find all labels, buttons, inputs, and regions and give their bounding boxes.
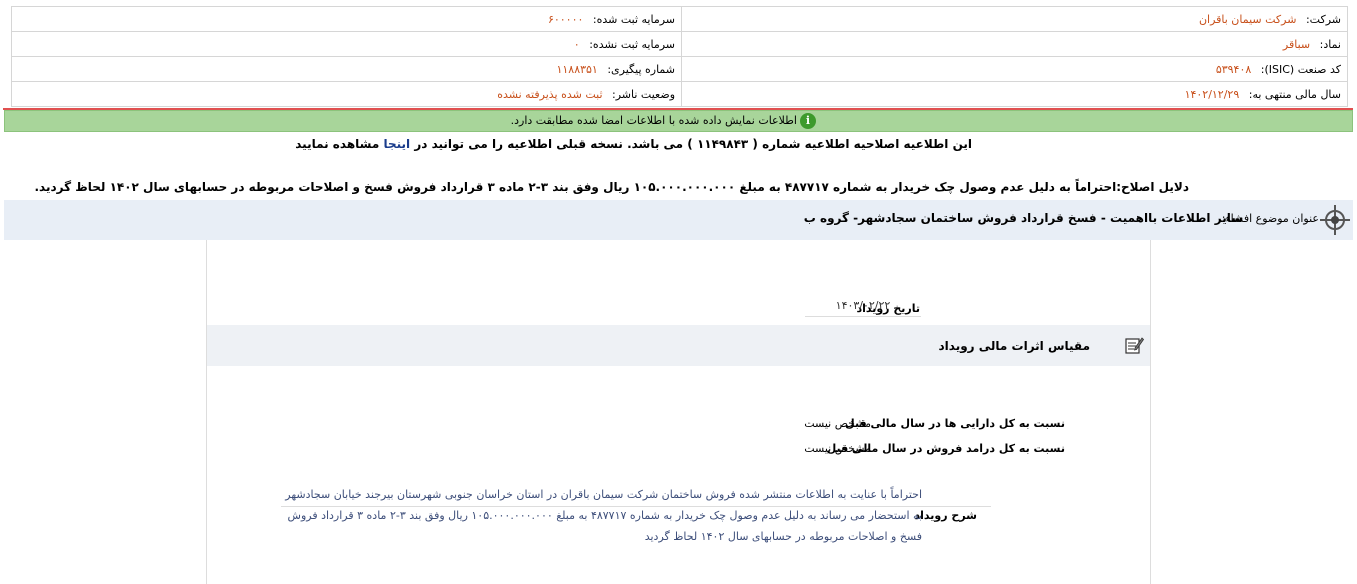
financial-effects-title: مقیاس اثرات مالی رویداد [938,339,1090,353]
symbol-cell: نماد: سباقر [681,31,1348,57]
assets-ratio-label: نسبت به کل دارایی ها در سال مالی قبل [845,417,1065,430]
publisher-status-value: ثبت شده پذیرفته نشده [497,87,603,101]
assets-ratio-value: مشخص نیست [804,417,871,430]
company-label: شرکت: [1305,12,1341,26]
target-icon [1320,205,1350,235]
correction-reasons: دلایل اصلاح:احتراماً به دلیل عدم وصول چک… [34,180,1189,194]
event-date-value: ۱۴۰۳/۰۲/۲۲ [805,299,921,317]
verification-notice: i اطلاعات نمایش داده شده با اطلاعات امضا… [4,110,1353,132]
isic-label: کد صنعت (ISIC): [1260,62,1341,76]
isic-cell: کد صنعت (ISIC): ۵۳۹۴۰۸ [681,56,1348,82]
correction-notice-prefix: این اطلاعیه اصلاحیه اطلاعیه شماره ( ۱۱۴۹… [414,137,972,151]
correction-notice-suffix: مشاهده نمایید [295,137,380,151]
publisher-status-label: وضعیت ناشر: [612,87,676,101]
tracking-value: ۱۱۸۸۳۵۱ [556,62,598,76]
registered-capital-value: ۶۰۰۰۰۰ [547,12,584,26]
fiscal-year-label: سال مالی منتهی به: [1248,87,1341,101]
financial-effects-header: مقیاس اثرات مالی رویداد [207,325,1150,366]
symbol-value: سباقر [1282,37,1311,51]
event-description-label: شرح رویداد [914,509,978,522]
subject-title: سایر اطلاعات بااهمیت - فسخ قرارداد فروش … [803,211,1243,225]
unregistered-capital-value: ۰ [573,37,580,51]
tracking-cell: شماره پیگیری: ۱۱۸۸۳۵۱ [10,56,683,82]
event-description-text: احتراماً با عنایت به اطلاعات منتشر شده ف… [285,488,922,543]
correction-notice: این اطلاعیه اصلاحیه اطلاعیه شماره ( ۱۱۴۹… [295,137,972,151]
company-cell: شرکت: شرکت سیمان باقران [681,6,1348,32]
previous-version-link[interactable]: اینجا [383,137,410,151]
fiscal-year-value: ۱۴۰۲/۱۲/۲۹ [1184,87,1240,101]
tracking-label: شماره پیگیری: [607,62,676,76]
revenue-ratio-value: مشخص نیست [804,442,871,455]
registered-capital-label: سرمایه ثبت شده: [592,12,676,26]
info-table: شرکت: شرکت سیمان باقران سرمایه ثبت شده: … [10,6,1348,107]
subject-bar: عنوان موضوع افشاء: سایر اطلاعات بااهمیت … [4,200,1353,240]
verification-notice-text: اطلاعات نمایش داده شده با اطلاعات امضا ش… [510,114,797,127]
registered-capital-cell: سرمایه ثبت شده: ۶۰۰۰۰۰ [10,6,683,32]
unregistered-capital-label: سرمایه ثبت نشده: [589,37,676,51]
symbol-label: نماد: [1319,37,1341,51]
publisher-status-cell: وضعیت ناشر: ثبت شده پذیرفته نشده [10,81,683,107]
info-icon: i [800,113,816,129]
unregistered-capital-cell: سرمایه ثبت نشده: ۰ [10,31,683,57]
edit-note-icon [1125,337,1144,354]
company-value: شرکت سیمان باقران [1198,12,1297,26]
fiscal-year-cell: سال مالی منتهی به: ۱۴۰۲/۱۲/۲۹ [681,81,1348,107]
isic-value: ۵۳۹۴۰۸ [1215,62,1252,76]
